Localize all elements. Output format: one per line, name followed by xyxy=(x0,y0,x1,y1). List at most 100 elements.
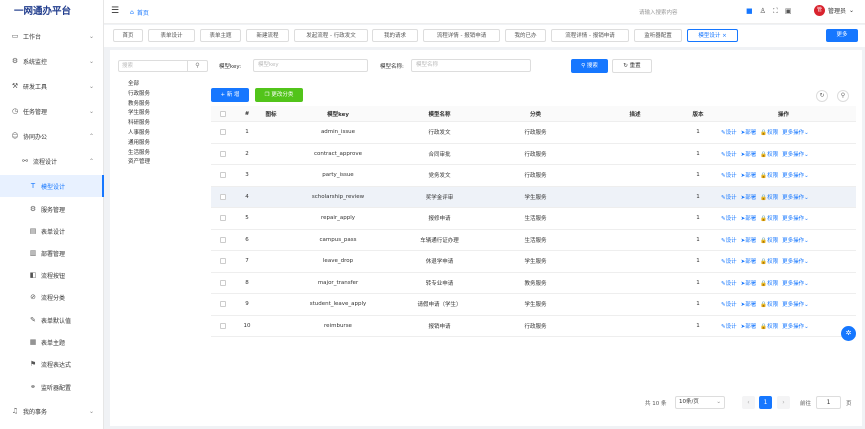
tree-item[interactable]: 资产管理 xyxy=(128,158,150,168)
sidebar-item-11[interactable]: ⊘ 流程分类 xyxy=(0,286,104,308)
sidebar-item-12[interactable]: ✎ 表单默认值 xyxy=(0,309,104,331)
more-actions-button[interactable]: 更多操作⌄ xyxy=(782,214,809,222)
sidebar-item-3[interactable]: ◷ 任务管理 ⌄ xyxy=(0,100,104,122)
row-checkbox[interactable] xyxy=(211,208,235,229)
tree-item[interactable]: 通用服务 xyxy=(128,139,150,149)
deploy-button[interactable]: ➤部署 xyxy=(741,322,757,330)
deploy-button[interactable]: ➤部署 xyxy=(741,257,757,265)
checkbox[interactable] xyxy=(220,301,226,308)
design-button[interactable]: ✎设计 xyxy=(721,257,737,265)
checkbox[interactable] xyxy=(220,110,226,117)
design-button[interactable]: ✎设计 xyxy=(721,171,737,179)
deploy-button[interactable]: ➤部署 xyxy=(741,171,757,179)
table-row[interactable]: 6 campus_pass 车辆通行证办理 生活服务 1 ✎设计 ➤部署 🔒权限 更多操作⌄ xyxy=(211,230,856,251)
sidebar-item-14[interactable]: ⚑ 流程表达式 xyxy=(0,353,104,375)
sidebar-item-2[interactable]: ⚒ 研发工具 ⌄ xyxy=(0,75,104,97)
tab-0[interactable]: 首页 xyxy=(113,29,143,42)
tab-4[interactable]: 发起流程 - 行政发文 xyxy=(294,29,368,42)
checkbox[interactable] xyxy=(220,258,226,265)
permission-button[interactable]: 🔒权限 xyxy=(760,214,778,222)
tab-6[interactable]: 流程详情 - 报销申请 xyxy=(423,29,500,42)
deploy-button[interactable]: ➤部署 xyxy=(741,128,757,136)
add-button[interactable]: + 新 增 xyxy=(211,88,249,102)
tree-item[interactable]: 行政服务 xyxy=(128,90,150,100)
row-checkbox[interactable] xyxy=(211,251,235,272)
checkbox[interactable] xyxy=(220,215,226,222)
page-number-current[interactable]: 1 xyxy=(759,396,772,409)
user-menu[interactable]: 管 管理员 ⌄ xyxy=(814,5,854,16)
more-actions-button[interactable]: 更多操作⌄ xyxy=(782,257,809,265)
header-search-input[interactable]: 请输入搜索内容 xyxy=(639,8,678,16)
shirt-icon[interactable]: ♙ xyxy=(760,7,766,16)
design-button[interactable]: ✎设计 xyxy=(721,279,737,287)
table-row[interactable]: 2 contract_approve 合同审批 行政服务 1 ✎设计 ➤部署 🔒权限 更多操作⌄ xyxy=(211,144,856,165)
sidebar-item-15[interactable]: ⚭ 监听器配置 xyxy=(0,376,104,398)
settings-float-icon[interactable]: ✲ xyxy=(841,326,856,341)
more-actions-button[interactable]: 更多操作⌄ xyxy=(782,300,809,308)
design-button[interactable]: ✎设计 xyxy=(721,236,737,244)
sidebar-item-1[interactable]: ⚙ 系统监控 ⌄ xyxy=(0,50,104,72)
tree-item[interactable]: 人事服务 xyxy=(128,129,150,139)
hamburger-icon[interactable]: ☰ xyxy=(111,6,119,16)
tree-item[interactable]: 全部 xyxy=(128,80,150,90)
table-row[interactable]: 4 scholarship_review 奖学金评审 学生服务 1 ✎设计 ➤部署 🔒权限 更多… xyxy=(211,186,856,208)
more-actions-button[interactable]: 更多操作⌄ xyxy=(782,236,809,244)
table-row[interactable]: 7 leave_drop 休退学申请 学生服务 1 ✎设计 ➤部署 🔒权限 更多操作⌄ xyxy=(211,251,856,273)
tree-search-input[interactable]: 搜索 xyxy=(119,61,187,71)
row-checkbox[interactable] xyxy=(211,165,235,186)
permission-button[interactable]: 🔒权限 xyxy=(760,193,778,201)
tab-1[interactable]: 表单设计 xyxy=(148,29,195,42)
design-button[interactable]: ✎设计 xyxy=(721,150,737,158)
tree-item[interactable]: 教务服务 xyxy=(128,100,150,110)
tree-item[interactable]: 学生服务 xyxy=(128,109,150,119)
table-row[interactable]: 9 student_leave_apply 请假申请（学生） 学生服务 1 ✎设计 ➤部署 🔒… xyxy=(211,294,856,316)
deploy-button[interactable]: ➤部署 xyxy=(741,300,757,308)
tab-5[interactable]: 我的请求 xyxy=(372,29,418,42)
change-category-button[interactable]: ❐ 更改分类 xyxy=(255,88,303,102)
sidebar-item-8[interactable]: ▤ 表单设计 xyxy=(0,220,104,242)
checkbox[interactable] xyxy=(220,279,226,286)
permission-button[interactable]: 🔒权限 xyxy=(760,171,778,179)
table-row[interactable]: 8 major_transfer 转专业申请 教务服务 1 ✎设计 ➤部署 🔒权限 更多操作⌄ xyxy=(211,273,856,294)
tree-item[interactable]: 生活服务 xyxy=(128,149,150,159)
close-icon[interactable]: × xyxy=(722,33,727,39)
table-row[interactable]: 1 admin_issue 行政发文 行政服务 1 ✎设计 ➤部署 🔒权限 更多操作⌄ xyxy=(211,122,856,144)
table-row[interactable]: 10 reimburse 报销申请 行政服务 1 ✎设计 ➤部署 🔒权限 更多操作⌄ xyxy=(211,316,856,337)
deploy-button[interactable]: ➤部署 xyxy=(741,279,757,287)
tab-2[interactable]: 表单主题 xyxy=(200,29,241,42)
page-size-select[interactable]: 10条/页 ⌄ xyxy=(675,396,725,409)
sidebar-item-10[interactable]: ◧ 流程按钮 xyxy=(0,264,104,286)
goto-page-input[interactable]: 1 xyxy=(816,396,841,409)
design-button[interactable]: ✎设计 xyxy=(721,128,737,136)
deploy-button[interactable]: ➤部署 xyxy=(741,150,757,158)
tab-3[interactable]: 新建流程 xyxy=(246,29,289,42)
search-icon[interactable]: ⚲ xyxy=(187,61,207,71)
row-checkbox[interactable] xyxy=(211,187,235,208)
row-checkbox[interactable] xyxy=(211,316,235,337)
deploy-button[interactable]: ➤部署 xyxy=(741,236,757,244)
design-button[interactable]: ✎设计 xyxy=(721,322,737,330)
fullscreen-icon[interactable]: ⛶ xyxy=(773,7,778,16)
deploy-button[interactable]: ➤部署 xyxy=(741,193,757,201)
font-size-icon[interactable]: ▣ xyxy=(785,7,792,16)
tree-item[interactable]: 科研服务 xyxy=(128,119,150,129)
more-tabs-button[interactable]: 更多 xyxy=(826,29,858,42)
sidebar-item-6[interactable]: T 模型设计 xyxy=(0,175,104,197)
refresh-icon[interactable]: ↻ xyxy=(816,90,828,102)
sidebar-item-4[interactable]: ☺ 协同办公 ⌃ xyxy=(0,125,104,147)
permission-button[interactable]: 🔒权限 xyxy=(760,236,778,244)
deploy-button[interactable]: ➤部署 xyxy=(741,214,757,222)
sidebar-item-0[interactable]: ▭ 工作台 ⌄ xyxy=(0,25,104,47)
design-button[interactable]: ✎设计 xyxy=(721,300,737,308)
row-checkbox[interactable] xyxy=(211,294,235,315)
select-all-checkbox[interactable] xyxy=(211,106,235,121)
prev-page-button[interactable]: ‹ xyxy=(742,396,755,409)
sidebar-item-9[interactable]: ▥ 部署管理 xyxy=(0,242,104,264)
row-checkbox[interactable] xyxy=(211,122,235,143)
reset-button[interactable]: ↻ 重置 xyxy=(612,59,652,73)
sidebar-item-5[interactable]: ⚯ 流程设计 ⌃ xyxy=(0,150,104,172)
table-row[interactable]: 3 party_issue 党务发文 行政服务 1 ✎设计 ➤部署 🔒权限 更多操作⌄ xyxy=(211,165,856,187)
table-row[interactable]: 5 repair_apply 报修申请 生活服务 1 ✎设计 ➤部署 🔒权限 更多操作⌄ xyxy=(211,208,856,230)
checkbox[interactable] xyxy=(220,150,226,157)
more-actions-button[interactable]: 更多操作⌄ xyxy=(782,171,809,179)
